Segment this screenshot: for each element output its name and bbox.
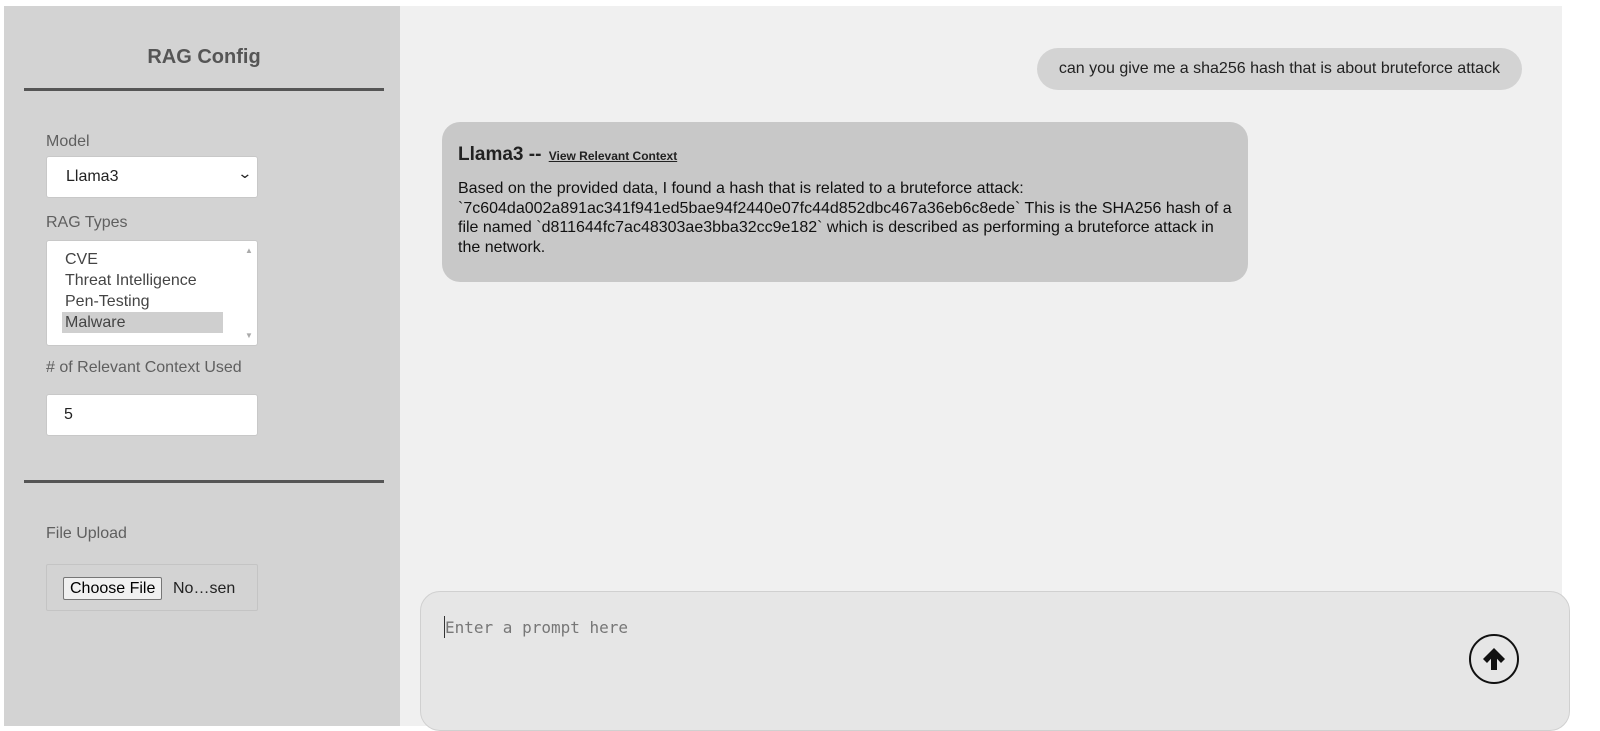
sidebar: RAG Config Model Llama3 ⌄ RAG Types CVE … — [4, 6, 400, 726]
view-relevant-context-link[interactable]: View Relevant Context — [549, 149, 677, 163]
rag-type-option-pen-testing[interactable]: Pen-Testing — [62, 291, 223, 312]
bot-message-text: Based on the provided data, I found a ha… — [458, 180, 1232, 256]
file-status-text: No…sen — [173, 580, 236, 597]
model-select-value: Llama3 — [66, 168, 119, 185]
bot-message-bubble: Llama3 -- View Relevant Context Based on… — [442, 122, 1248, 282]
prompt-placeholder: Enter a prompt here — [445, 618, 629, 637]
arrow-up-icon — [1483, 648, 1505, 670]
chevron-down-icon: ⌄ — [237, 165, 253, 181]
send-button[interactable] — [1469, 634, 1519, 684]
listbox-scrollbar[interactable]: ▲ ▼ — [241, 241, 257, 345]
scroll-up-icon[interactable]: ▲ — [245, 246, 253, 255]
sidebar-divider — [24, 88, 384, 91]
model-label: Model — [46, 133, 90, 150]
prompt-input[interactable]: Enter a prompt here — [420, 591, 1570, 731]
file-upload-field: Choose File No…sen — [46, 564, 258, 611]
user-message-bubble: can you give me a sha256 hash that is ab… — [1036, 48, 1522, 90]
sidebar-divider-lower — [24, 480, 384, 483]
bot-name: Llama3 — [458, 144, 524, 165]
context-count-label: # of Relevant Context Used — [46, 359, 242, 376]
scroll-down-icon[interactable]: ▼ — [245, 331, 253, 340]
bot-separator: -- — [528, 144, 542, 165]
rag-types-listbox[interactable]: CVE Threat Intelligence Pen-Testing Malw… — [46, 240, 258, 346]
chat-panel: can you give me a sha256 hash that is ab… — [400, 6, 1570, 731]
rag-type-option-malware[interactable]: Malware — [62, 312, 223, 333]
sidebar-title: RAG Config — [147, 46, 261, 68]
file-upload-label: File Upload — [46, 525, 127, 542]
choose-file-button[interactable]: Choose File — [63, 577, 163, 600]
model-select[interactable]: Llama3 ⌄ — [46, 156, 258, 198]
rag-types-label: RAG Types — [46, 214, 128, 231]
bot-message-header: Llama3 -- View Relevant Context — [458, 144, 1232, 166]
rag-type-option-cve[interactable]: CVE — [62, 249, 223, 270]
rag-type-option-threat-intelligence[interactable]: Threat Intelligence — [62, 270, 223, 291]
context-count-input[interactable]: 5 — [46, 394, 258, 436]
